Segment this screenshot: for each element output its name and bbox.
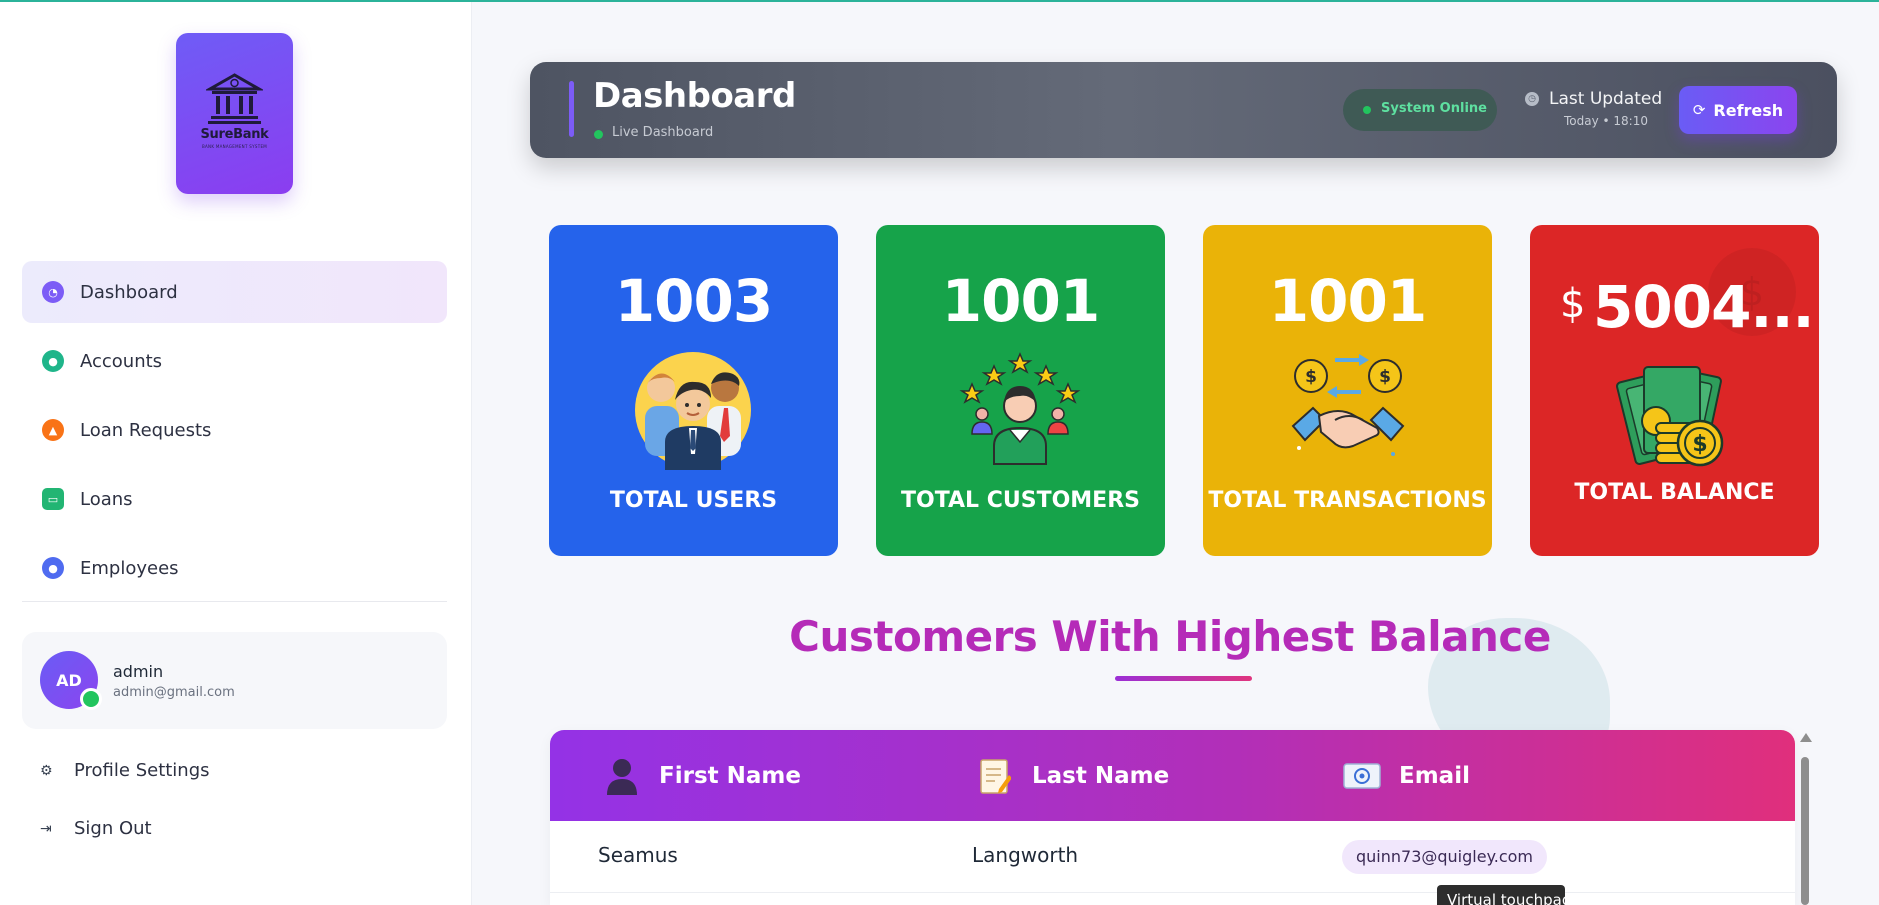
table-row-divider — [550, 892, 1795, 893]
transactions-icon: $ $ — [1291, 354, 1405, 456]
live-dashboard-label: Live Dashboard — [612, 125, 714, 140]
stat-value: 5004... — [1593, 273, 1815, 341]
user-icon: ● — [42, 557, 64, 579]
stat-value: 1003 — [614, 267, 773, 335]
bell-icon: ▲ — [42, 419, 64, 441]
clock-icon: ◷ — [1525, 92, 1539, 106]
sidebar-item-label: Dashboard — [80, 281, 178, 303]
brand-logo[interactable]: SureBank BANK MANAGEMENT SYSTEM — [176, 33, 293, 194]
stat-card-total-users[interactable]: 1003 TOTAL USERS — [549, 225, 838, 556]
profile-email: admin@gmail.com — [113, 685, 235, 700]
online-status-dot — [80, 688, 102, 710]
column-header-email[interactable]: Email — [1342, 730, 1470, 821]
person-icon — [602, 756, 642, 796]
profile-settings-link[interactable]: ⚙ Profile Settings — [40, 760, 210, 781]
sidebar-divider — [22, 601, 447, 602]
column-header-last-name[interactable]: Last Name — [975, 730, 1169, 821]
sidebar-nav: ◔ Dashboard ● Accounts ▲ Loan Requests ▭… — [22, 261, 447, 606]
stat-value: 1001 — [941, 267, 1100, 335]
status-dot — [1363, 106, 1371, 114]
svg-text:$: $ — [1305, 367, 1317, 387]
refresh-button[interactable]: ⟳ Refresh — [1679, 86, 1797, 134]
column-header-first-name[interactable]: First Name — [602, 730, 801, 821]
stat-card-total-customers[interactable]: 1001 TOTAL CUSTOMERS — [876, 225, 1165, 556]
sidebar-item-loan-requests[interactable]: ▲ Loan Requests — [22, 399, 447, 461]
stat-card-total-transactions[interactable]: 1001 $ $ TOTAL TRANSACTIONS — [1203, 225, 1492, 556]
profile-settings-label: Profile Settings — [74, 760, 210, 781]
last-updated-label: Last Updated — [1549, 89, 1663, 109]
page-title: Dashboard — [593, 76, 796, 116]
header-accent-bar — [569, 81, 574, 137]
sidebar: SureBank BANK MANAGEMENT SYSTEM ◔ Dashbo… — [0, 2, 472, 905]
money-icon: $ — [1616, 366, 1724, 467]
cell-email-badge[interactable]: quinn73@quigley.com — [1342, 840, 1548, 874]
user-gear-icon: ⚙ — [40, 762, 53, 779]
virtual-touchpad-tooltip: Virtual touchpad — [1437, 885, 1565, 905]
sidebar-item-accounts[interactable]: ● Accounts — [22, 330, 447, 392]
column-header-label: First Name — [659, 762, 801, 789]
section-title: Customers With Highest Balance — [789, 612, 1551, 661]
status-label: System Online — [1381, 101, 1487, 116]
last-updated-time: Today • 18:10 — [1564, 114, 1648, 128]
svg-text:$: $ — [1692, 432, 1707, 457]
refresh-label: Refresh — [1713, 100, 1784, 120]
customers-icon — [959, 352, 1081, 465]
accounts-icon: ● — [42, 350, 64, 372]
system-status-badge: System Online — [1343, 89, 1497, 131]
users-icon — [635, 352, 751, 470]
dashboard-icon: ◔ — [42, 281, 64, 303]
sidebar-item-employees[interactable]: ● Employees — [22, 537, 447, 599]
email-icon — [1342, 756, 1382, 796]
column-header-label: Email — [1399, 762, 1470, 789]
sign-out-icon: ⇥ — [40, 820, 52, 837]
sidebar-item-loans[interactable]: ▭ Loans — [22, 468, 447, 530]
sidebar-item-label: Employees — [80, 557, 179, 579]
highest-balance-table: First Name Last Name Email — [550, 730, 1795, 905]
currency-symbol: $ — [1560, 281, 1586, 327]
cell-first-name: Seamus — [598, 843, 678, 867]
table-header: First Name Last Name Email — [550, 730, 1795, 821]
card-icon: ▭ — [42, 488, 64, 510]
notepad-icon — [975, 756, 1015, 796]
profile-card[interactable]: AD admin admin@gmail.com — [22, 632, 447, 729]
sidebar-item-dashboard[interactable]: ◔ Dashboard — [22, 261, 447, 323]
scrollbar-thumb[interactable] — [1801, 757, 1809, 905]
svg-text:$: $ — [1379, 367, 1391, 387]
brand-subtitle: BANK MANAGEMENT SYSTEM — [201, 144, 268, 149]
scroll-up-arrow-icon[interactable] — [1800, 733, 1812, 742]
table-scrollbar[interactable] — [1799, 733, 1812, 905]
stat-card-total-balance[interactable]: $ $ 5004... $ TOTAL BALANCE — [1530, 225, 1819, 556]
live-indicator-dot — [594, 130, 603, 139]
brand-name: SureBank — [200, 127, 269, 142]
stat-label: TOTAL TRANSACTIONS — [1208, 488, 1487, 513]
stat-value: 1001 — [1268, 267, 1427, 335]
sign-out-label: Sign Out — [74, 818, 152, 839]
sign-out-link[interactable]: ⇥ Sign Out — [40, 818, 152, 839]
stat-label: TOTAL CUSTOMERS — [901, 488, 1140, 513]
section-title-underline — [1115, 676, 1252, 681]
refresh-icon: ⟳ — [1692, 101, 1706, 119]
stat-label: TOTAL BALANCE — [1574, 480, 1775, 505]
column-header-label: Last Name — [1032, 762, 1170, 789]
sidebar-item-label: Loan Requests — [80, 419, 212, 441]
sidebar-item-label: Accounts — [80, 350, 163, 372]
dashboard-header: Dashboard Live Dashboard System Online ◷… — [530, 62, 1837, 158]
stat-label: TOTAL USERS — [609, 488, 778, 513]
cell-last-name: Langworth — [972, 843, 1079, 867]
bank-icon — [206, 73, 263, 124]
profile-name: admin — [113, 662, 164, 681]
sidebar-item-label: Loans — [80, 488, 133, 510]
